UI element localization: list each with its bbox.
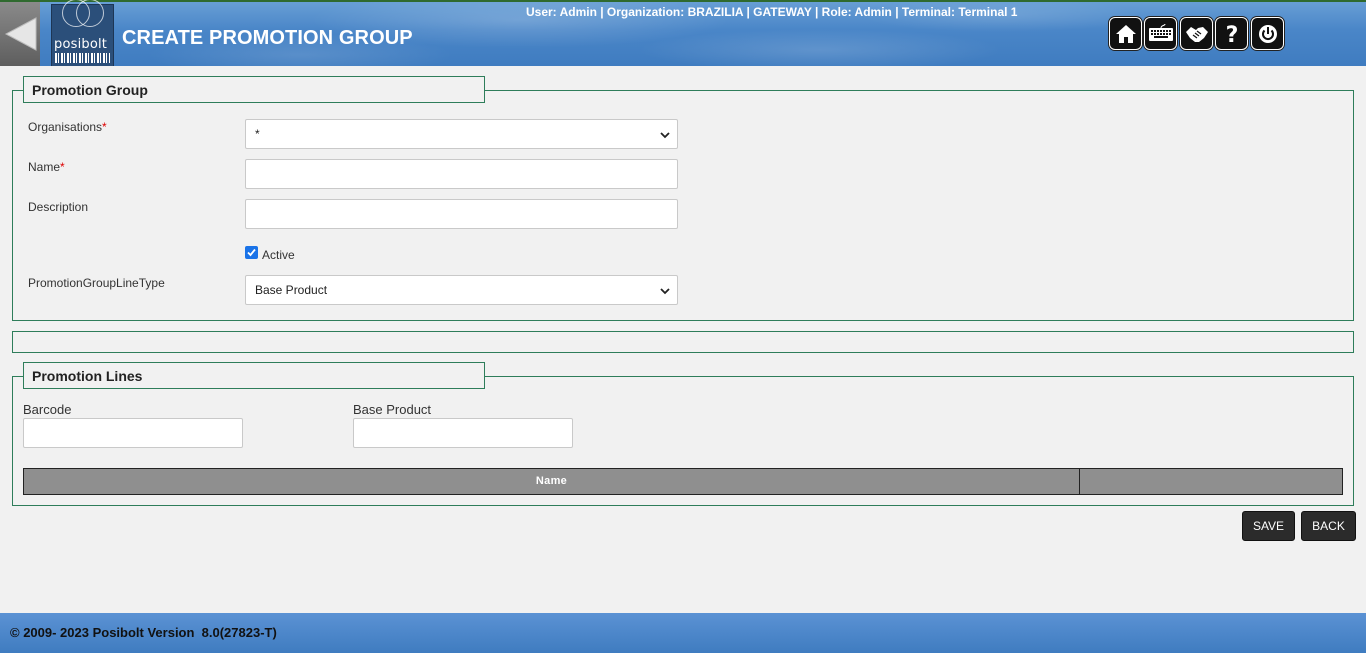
logout-button[interactable] [1251,17,1284,50]
svg-text:?: ? [1225,23,1238,46]
logo-text: posibolt [54,37,108,52]
base-product-label: Base Product [353,402,432,417]
home-button[interactable] [1109,17,1142,50]
header-top-line [0,0,1366,2]
handshake-icon [1185,26,1208,42]
back-arrow-icon[interactable] [0,2,40,66]
promotion-group-legend: Promotion Group [23,76,485,103]
help-icon: ? [1225,23,1238,46]
version-text: © 2009- 2023 Posibolt Version 8.0(27823-… [10,625,277,640]
active-label: Active [262,248,295,262]
organisations-label: Organisations* [28,120,107,134]
promotion-group-panel: Promotion Group [12,76,1354,321]
line-type-label: PromotionGroupLineType [28,276,165,290]
power-icon [1258,24,1277,43]
barcode-graphic [55,53,110,63]
chevron-down-icon [660,132,670,139]
checkmark-icon [247,248,256,257]
handshake-button[interactable] [1180,17,1213,50]
promotion-lines-table-header: Name [23,468,1343,495]
description-label: Description [28,200,89,214]
back-button[interactable]: BACK [1301,511,1356,541]
line-type-select[interactable]: Base Product [245,275,678,305]
description-input[interactable] [245,199,678,229]
name-label: Name* [28,160,65,174]
help-button[interactable]: ? [1215,17,1248,50]
organisations-value: * [255,127,260,141]
line-type-value: Base Product [255,283,328,297]
promotion-lines-legend: Promotion Lines [23,362,485,389]
barcode-label: Barcode [23,402,72,417]
base-product-input[interactable] [353,418,573,448]
save-button[interactable]: SAVE [1242,511,1295,541]
barcode-input[interactable] [23,418,243,448]
empty-panel [12,331,1354,353]
name-column-header[interactable]: Name [24,469,1080,494]
user-info: User: Admin | Organization: BRAZILIA | G… [526,5,1018,19]
app-footer: © 2009- 2023 Posibolt Version 8.0(27823-… [0,613,1366,653]
chevron-down-icon [660,288,670,295]
keyboard-button[interactable] [1144,17,1177,50]
app-header: posibolt CREATE PROMOTION GROUP User: Ad… [0,0,1366,66]
organisations-select[interactable]: * [245,119,678,149]
home-icon [1115,24,1136,43]
name-input[interactable] [245,159,678,189]
active-checkbox[interactable] [245,246,258,259]
page-title: CREATE PROMOTION GROUP [122,27,413,49]
keyboard-icon [1148,23,1173,41]
posibolt-logo: posibolt [51,0,114,66]
